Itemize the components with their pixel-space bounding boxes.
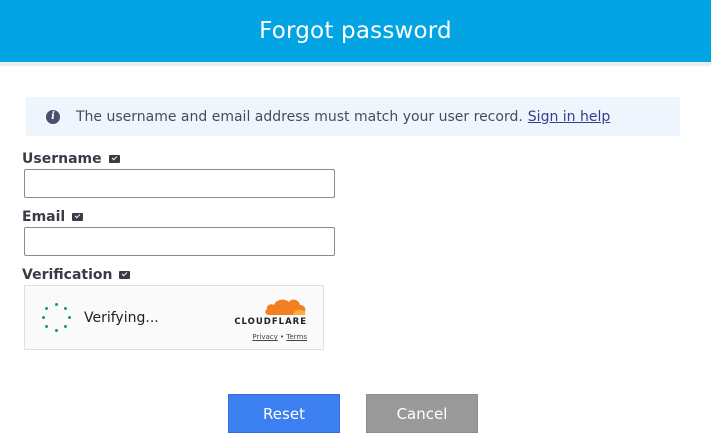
spinner-dot [63, 306, 67, 310]
info-icon: i [46, 109, 60, 124]
cloudflare-cloud-icon [265, 299, 306, 315]
link-separator: • [280, 333, 285, 341]
spinner-dot [54, 303, 58, 306]
privacy-link[interactable]: Privacy [252, 333, 277, 341]
verification-label-row: Verification [22, 267, 131, 283]
email-input[interactable] [24, 227, 335, 256]
check-badge-icon [108, 155, 120, 163]
page-header: Forgot password [0, 0, 711, 62]
page-title: Forgot password [259, 18, 452, 44]
loading-spinner-icon [41, 303, 71, 333]
check-badge-icon [119, 271, 131, 279]
username-label-row: Username [22, 151, 120, 167]
cloudflare-verification-widget[interactable]: Verifying... CLOUDFLARE Privacy • Terms [24, 285, 324, 350]
spinner-dot [63, 325, 67, 329]
verification-status: Verifying... [84, 309, 159, 326]
cloudflare-brand-text: CLOUDFLARE [234, 317, 307, 327]
username-input[interactable] [24, 169, 335, 198]
username-label: Username [22, 151, 102, 167]
spinner-dot [45, 325, 49, 329]
spinner-dot [54, 329, 58, 332]
sign-in-help-link[interactable]: Sign in help [528, 109, 610, 125]
info-message: The username and email address must matc… [76, 108, 523, 125]
check-badge-icon [72, 213, 84, 221]
email-label: Email [22, 209, 66, 225]
cloudflare-links: Privacy • Terms [252, 333, 307, 341]
cloudflare-branding: CLOUDFLARE Privacy • Terms [231, 296, 307, 341]
verification-label: Verification [22, 267, 113, 283]
spinner-dot [41, 316, 45, 319]
terms-link[interactable]: Terms [286, 333, 307, 341]
spinner-dot [45, 306, 49, 310]
email-label-row: Email [22, 209, 84, 225]
header-divider [0, 62, 711, 66]
info-banner: i The username and email address must ma… [26, 97, 680, 136]
cancel-button[interactable]: Cancel [366, 394, 478, 433]
spinner-dot [67, 316, 71, 319]
reset-button[interactable]: Reset [228, 394, 340, 433]
